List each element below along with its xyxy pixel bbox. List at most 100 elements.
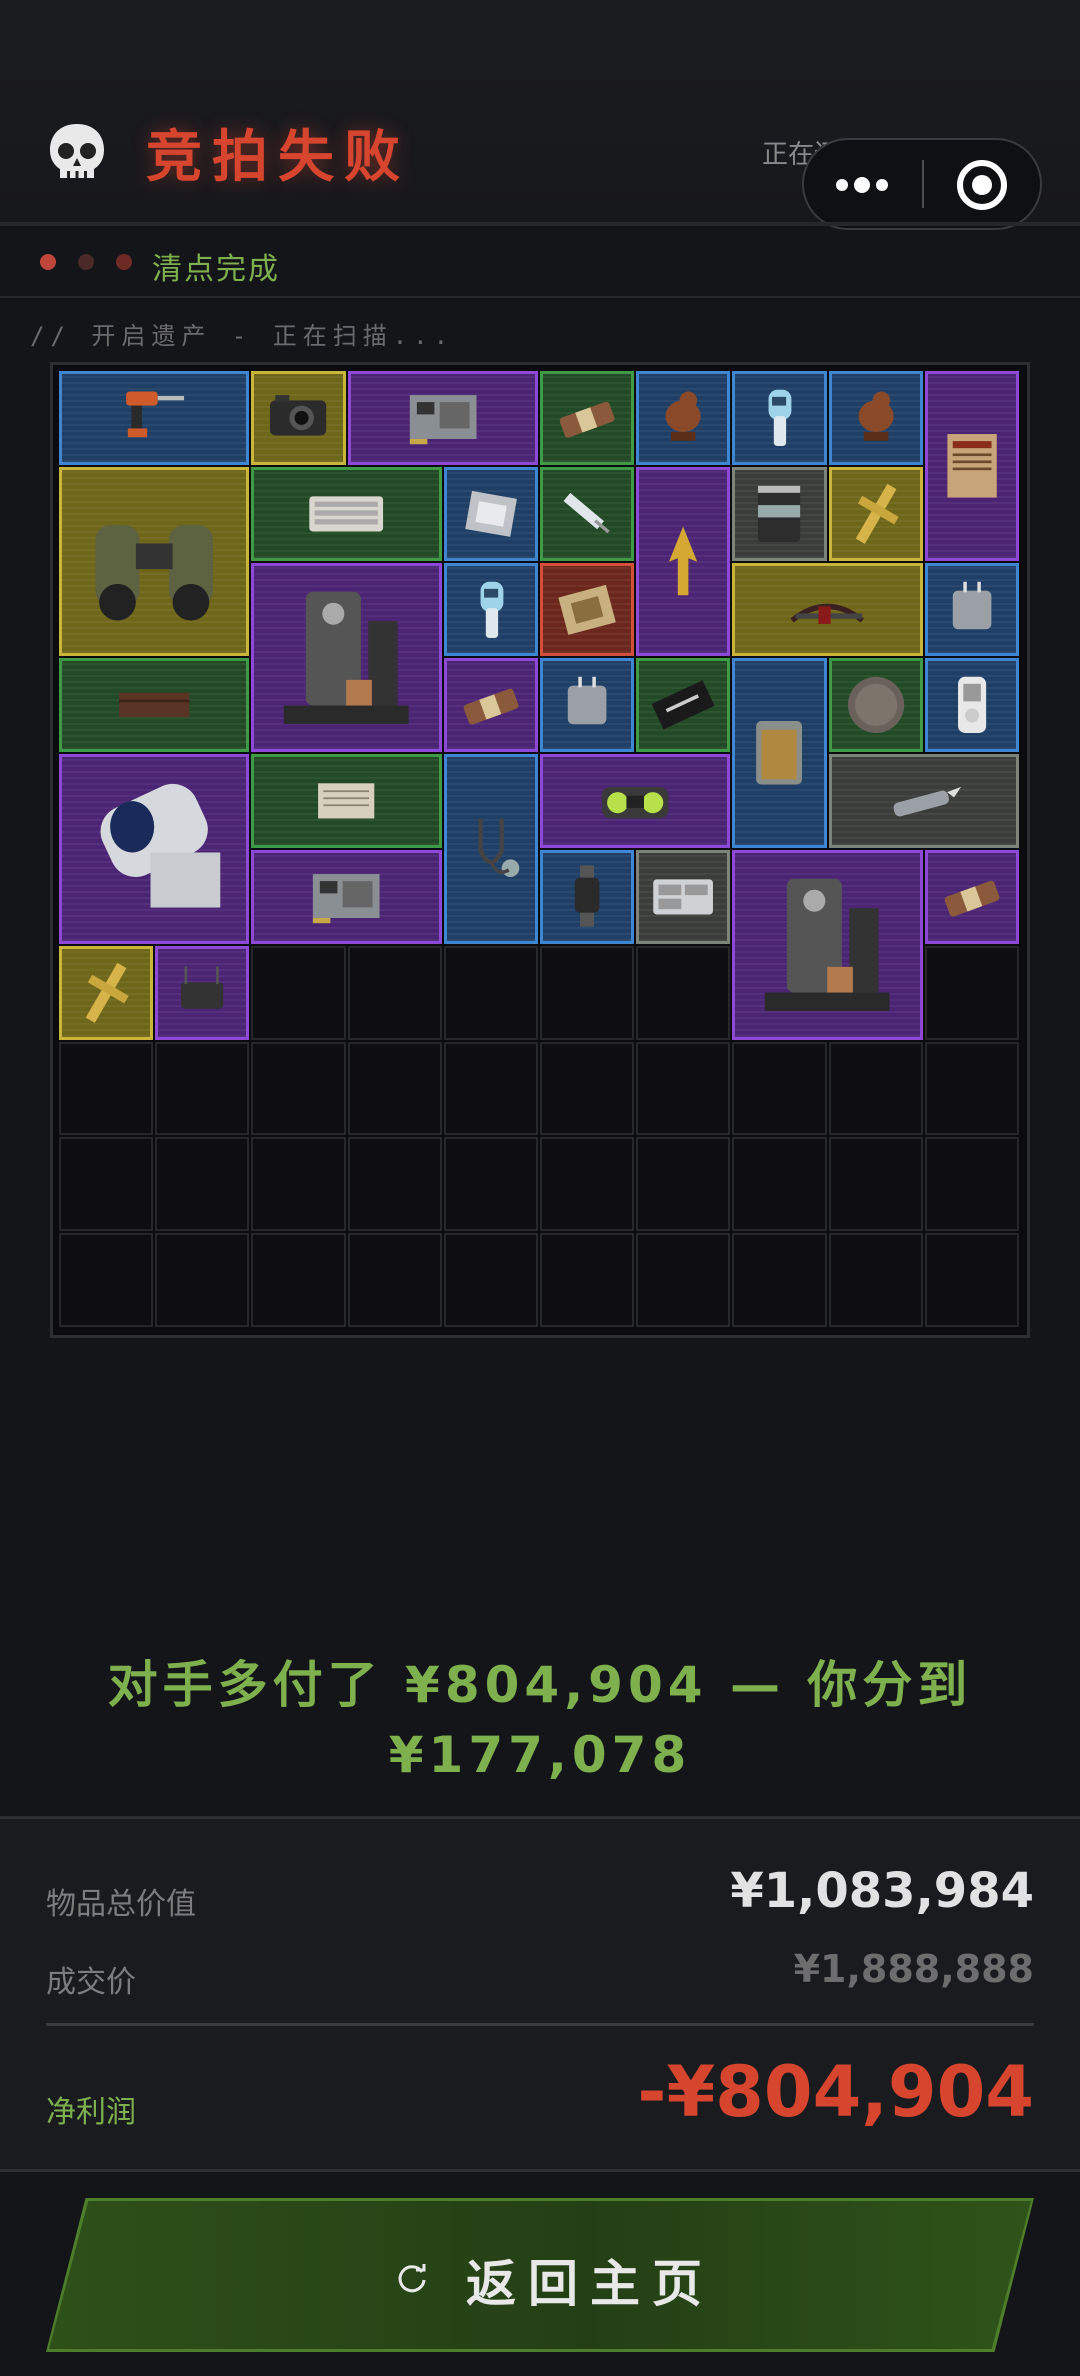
grid-cell (636, 1041, 731, 1136)
item-snack-bar[interactable] (540, 371, 635, 465)
item-signal-splitter[interactable] (540, 562, 635, 657)
item-old-coin[interactable] (828, 658, 923, 753)
item-mp3-player[interactable] (924, 658, 1019, 753)
progress-divider (0, 296, 1080, 298)
item-coffee-machine[interactable] (251, 562, 442, 753)
protein-can-icon (758, 485, 801, 542)
result-line-2: ¥177,078 (388, 1726, 692, 1784)
item-binoculars[interactable] (59, 466, 250, 657)
item-golden-arrowhead[interactable] (636, 466, 731, 657)
grid-cell (155, 1137, 250, 1232)
grid-cell (636, 945, 731, 1040)
item-ammo-jar[interactable] (732, 658, 827, 848)
item-crossbow[interactable] (732, 562, 923, 657)
item-bird-figurine[interactable] (828, 371, 923, 465)
grid-cell (251, 945, 346, 1040)
grid-cell (732, 1137, 827, 1232)
grid-cell (924, 1137, 1019, 1232)
snack-bar-icon (559, 401, 615, 438)
item-golden-cross[interactable] (828, 466, 923, 561)
header-divider (0, 222, 1080, 226)
cpu-chip-icon (465, 490, 517, 537)
grid-cell (347, 945, 442, 1040)
grid-cell (540, 1041, 635, 1136)
deal-price-value: ¥1,888,888 (793, 1947, 1034, 1991)
grid-cell (347, 1041, 442, 1136)
bird-figurine-icon (858, 391, 894, 441)
refresh-icon (398, 2264, 426, 2293)
item-coffee-machine[interactable] (732, 850, 923, 1040)
net-profit-label: 净利润 (46, 2095, 136, 2130)
grid-cell (540, 945, 635, 1040)
item-syringe[interactable] (540, 466, 635, 561)
grid-cell (251, 1137, 346, 1232)
item-golden-cross[interactable] (59, 945, 154, 1040)
skull-icon (50, 124, 104, 178)
total-value: ¥1,083,984 (730, 1863, 1034, 1919)
item-antenna-device[interactable] (155, 945, 250, 1040)
stats-panel: 物品总价值 ¥1,083,984 成交价 ¥1,888,888 净利润 -¥80… (0, 1816, 1080, 2172)
item-protein-can[interactable] (732, 466, 827, 561)
coffee-machine-icon (284, 591, 410, 724)
item-keyboard[interactable] (251, 466, 442, 561)
net-profit-value: -¥804,904 (637, 2051, 1034, 2133)
progress-label: 清点完成 (152, 252, 280, 287)
deal-price-label: 成交价 (46, 1965, 136, 2000)
header-bar: 竞拍失败 正在还原遗产情报... (0, 0, 1080, 230)
item-utility-knife[interactable] (828, 754, 1019, 848)
grid-cell (443, 1137, 538, 1232)
plug-adapter-icon (952, 581, 992, 629)
grid-cell (347, 1137, 442, 1232)
boombox-icon (601, 787, 669, 819)
item-bird-figurine[interactable] (636, 371, 731, 465)
more-dots-icon[interactable] (804, 140, 922, 228)
book-black-tide-icon (947, 434, 997, 498)
total-value-label: 物品总价值 (46, 1887, 196, 1922)
progress-dot (40, 254, 56, 270)
grid-cell (828, 1233, 923, 1327)
item-card[interactable] (636, 658, 731, 753)
item-book-black-tide[interactable] (924, 371, 1019, 561)
utility-knife-icon (893, 787, 961, 817)
card-icon (651, 680, 715, 730)
mp3-player-icon (957, 677, 986, 734)
item-plug-adapter[interactable] (540, 658, 635, 753)
item-snack-bar[interactable] (443, 658, 538, 753)
item-cpu-chip[interactable] (443, 466, 538, 561)
item-parts-box[interactable] (636, 850, 731, 944)
item-stethoscope[interactable] (443, 754, 538, 944)
binoculars-icon (95, 524, 213, 621)
item-circuit-board[interactable] (251, 850, 442, 944)
stethoscope-icon (478, 819, 520, 878)
scanner-device-icon (100, 784, 221, 908)
item-power-drill[interactable] (59, 371, 250, 465)
grid-cell (924, 1041, 1019, 1136)
item-circuit-board[interactable] (347, 371, 538, 465)
item-wood-plank[interactable] (59, 658, 250, 753)
grid-cell (443, 1041, 538, 1136)
item-old-paper[interactable] (251, 754, 442, 848)
grid-cell (540, 1233, 635, 1327)
circuit-board-icon (313, 874, 380, 924)
item-boombox[interactable] (540, 754, 731, 848)
crossbow-icon (790, 603, 865, 624)
grid-cell (155, 1041, 250, 1136)
item-plug-adapter[interactable] (924, 562, 1019, 657)
grid-cell (732, 1233, 827, 1327)
target-icon[interactable] (924, 140, 1042, 228)
item-thermometer[interactable] (732, 371, 827, 465)
item-scanner-device[interactable] (59, 754, 250, 944)
item-thermometer[interactable] (443, 562, 538, 657)
result-line-1: 对手多付了 ¥804,904 — 你分到 (107, 1656, 973, 1714)
power-drill-icon (126, 391, 185, 438)
item-camera[interactable] (251, 371, 346, 465)
keyboard-icon (309, 496, 384, 532)
thermometer-icon (480, 581, 504, 638)
item-snack-bar[interactable] (924, 850, 1019, 944)
grid-cell (251, 1041, 346, 1136)
parts-box-icon (653, 879, 714, 915)
item-smart-watch[interactable] (540, 850, 635, 944)
antenna-device-icon (181, 966, 224, 1009)
progress-dot (116, 254, 132, 270)
grid-cell (924, 945, 1019, 1040)
